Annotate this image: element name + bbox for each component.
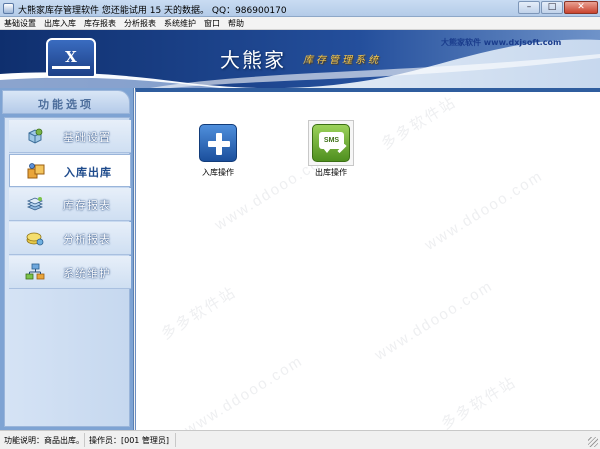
stack-icon [26,197,44,211]
sidebar-item-label: 基础设置 [63,131,111,144]
sidebar-item-stock-report[interactable]: 库存报表 [9,188,131,221]
menu-item-analysis-report[interactable]: 分析报表 [120,17,160,29]
sidebar-item-label: 入库出库 [64,166,112,179]
menu-bar: 基础设置 出库入库 库存报表 分析报表 系统维护 窗口 帮助 [0,17,600,30]
menu-item-stock-io[interactable]: 出库入库 [40,17,80,29]
stock-in-label: 入库操作 [202,168,234,177]
website-label: 大熊家软件 www.dxjsoft.com [441,38,562,47]
sms-icon: SMS [312,124,350,162]
main-content: 多多软件站 www.ddooo.com www.ddooo.com 多多软件站 … [135,88,600,430]
stock-out-tile-frame: SMS [308,120,354,166]
coins-icon [26,232,44,246]
logo-letter: X [65,48,77,66]
sidebar-item-system-maintenance[interactable]: 系统维护 [9,256,131,289]
plus-icon [199,124,237,162]
menu-item-window[interactable]: 窗口 [200,17,224,29]
sidebar-title: 功能选项 [38,98,94,111]
watermark-text: 多多软件站 [378,93,460,154]
title-bar: 大熊家库存管理软件 您还能试用 15 天的数据。 QQ：986900170 – … [0,0,600,17]
window-controls: – □ ✕ [518,1,598,14]
status-bar: 功能说明：商品出库。 操作员：[001 管理员] [0,430,600,449]
menu-item-stock-report[interactable]: 库存报表 [80,17,120,29]
resize-grip[interactable] [588,437,598,447]
sidebar-item-label: 分析报表 [63,233,111,246]
plus-icon-horizontal [208,141,230,147]
app-logo: X [46,38,96,78]
boxes-icon [27,163,45,179]
minimize-button[interactable]: – [518,1,540,14]
status-operator: 操作员：[001 管理员] [89,436,170,445]
sidebar-item-stock-io[interactable]: 入库出库 [9,154,131,187]
stock-in-action[interactable]: 入库操作 [188,124,248,178]
brand-subtitle: 库存管理系统 [303,55,381,66]
watermark-text: www.ddooo.com [421,167,547,254]
brand-title: 大熊家 [220,48,286,72]
menu-item-system-maintenance[interactable]: 系统维护 [160,17,200,29]
stock-out-action[interactable]: SMS 出库操作 [301,120,361,178]
sidebar-item-analysis-report[interactable]: 分析报表 [9,222,131,255]
close-button[interactable]: ✕ [564,1,598,14]
network-icon [25,263,45,280]
sms-bubble-tail [323,148,331,153]
watermark-text: www.ddooo.com [371,277,497,364]
status-divider [175,433,176,447]
sidebar-item-label: 系统维护 [63,267,111,280]
watermark-text: www.ddooo.com [181,352,307,430]
watermark-text: 多多软件站 [438,373,520,430]
window-title: 大熊家库存管理软件 您还能试用 15 天的数据。 QQ：986900170 [18,6,287,16]
logo-bar [52,66,90,69]
sidebar-item-label: 库存报表 [63,199,111,212]
menu-item-basic-settings[interactable]: 基础设置 [0,17,40,29]
watermark-text: 多多软件站 [158,283,240,344]
status-function: 功能说明：商品出库。 [4,436,84,445]
sidebar: 功能选项 基础设置 入库出库 库存报表 分析报表 系统维护 [0,88,134,430]
header-banner: X 大熊家 库存管理系统 大熊家软件 www.dxjsoft.com [0,30,600,88]
maximize-button[interactable]: □ [541,1,563,14]
app-icon [3,3,14,14]
nav-panel: 基础设置 入库出库 库存报表 分析报表 系统维护 [4,117,131,427]
stock-out-label: 出库操作 [315,168,347,177]
sidebar-header: 功能选项 [2,90,130,114]
status-divider [84,433,85,447]
menu-item-help[interactable]: 帮助 [224,17,248,29]
settings-cube-icon [28,128,43,144]
sidebar-item-basic-settings[interactable]: 基础设置 [9,120,131,153]
